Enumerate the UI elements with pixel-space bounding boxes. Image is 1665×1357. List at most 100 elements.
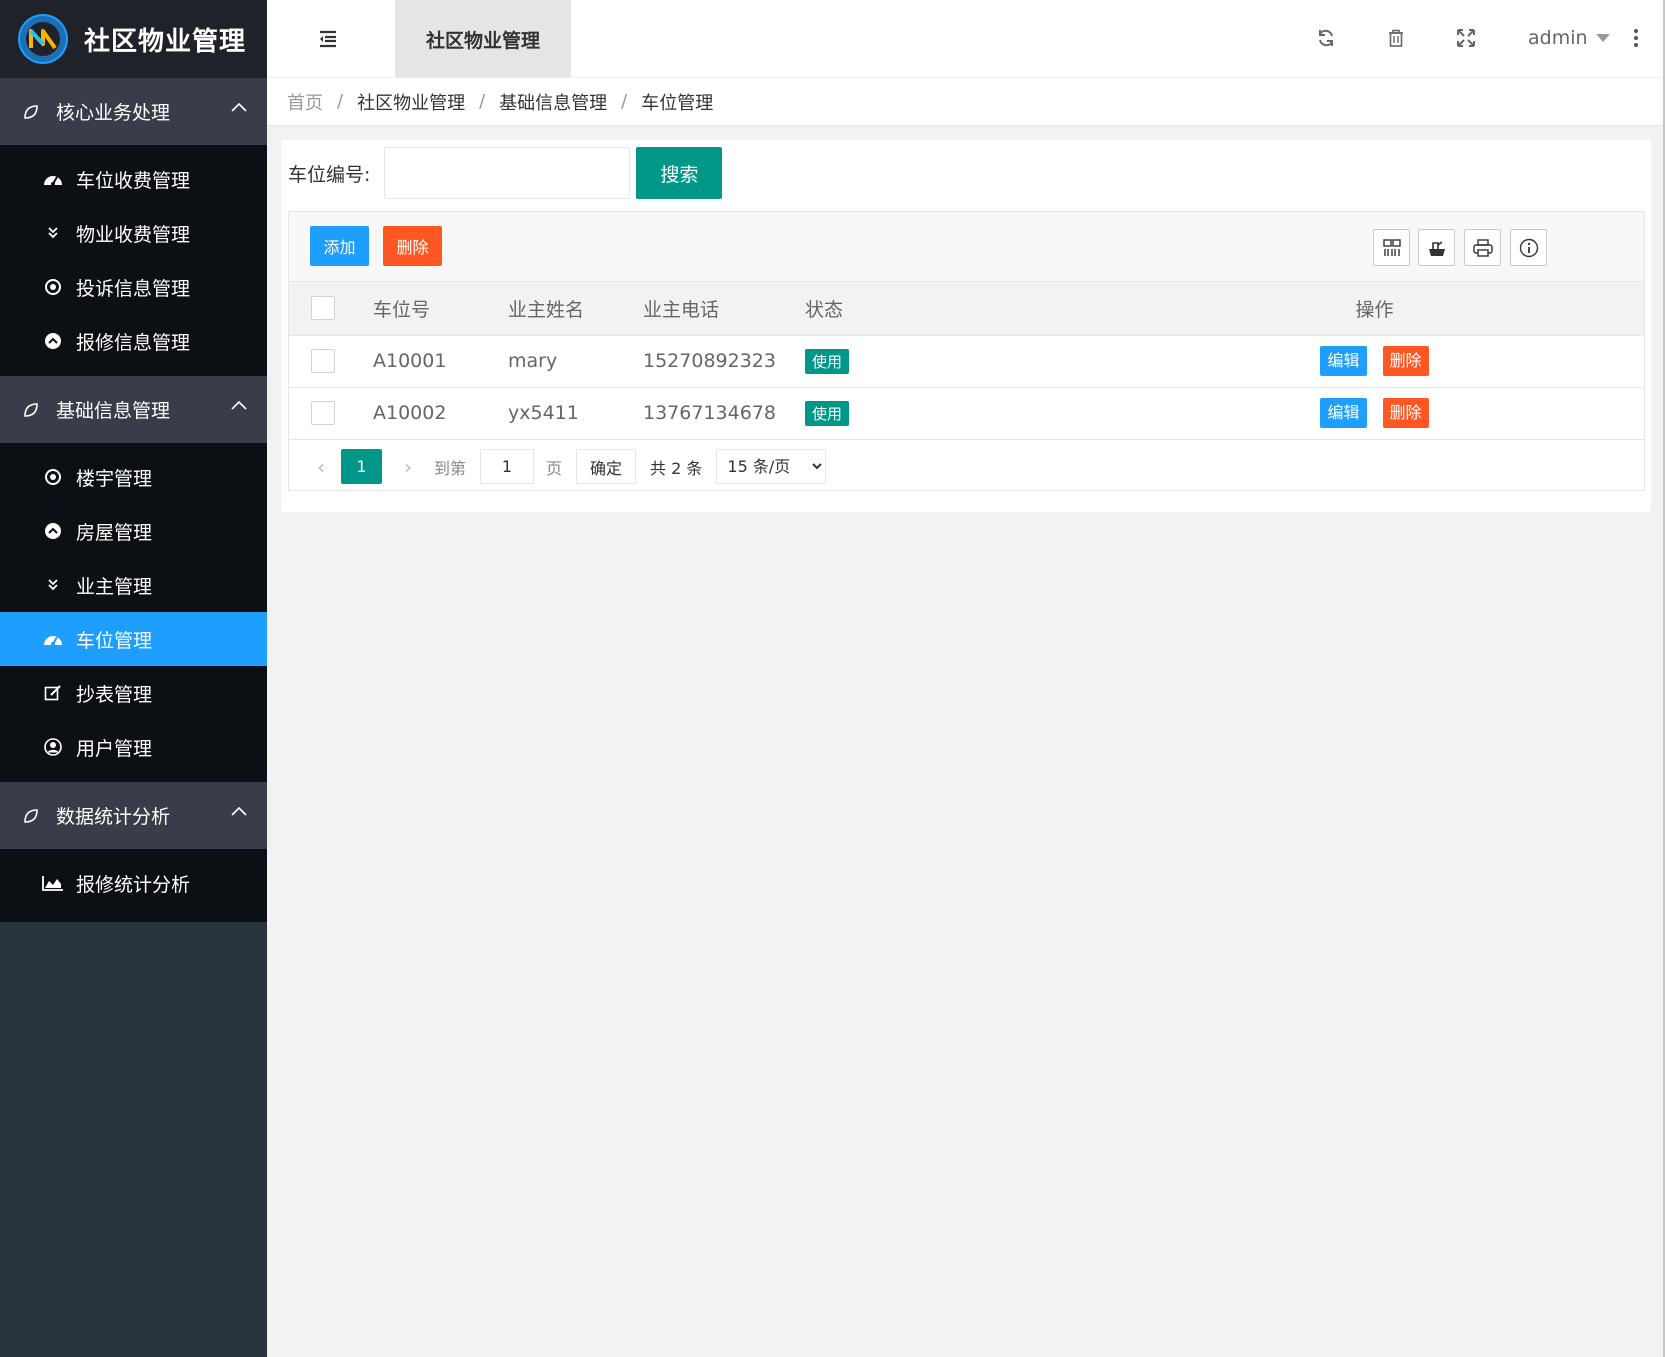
info-icon[interactable]	[1510, 229, 1547, 266]
sidebar-item-meter-reading[interactable]: 抄表管理	[0, 666, 267, 720]
menu-group-label: 数据统计分析	[56, 806, 171, 828]
column-header: 操作	[1355, 298, 1394, 321]
sidebar-item-label: 报修统计分析	[76, 873, 191, 896]
sidebar-item-complaints[interactable]: 投诉信息管理	[0, 260, 267, 314]
data-table-container: 添加 删除 车位号 业主姓名 业主电话 状态 操作 A10001 mary 15…	[288, 211, 1645, 491]
status-badge: 使用	[805, 348, 850, 374]
menu-group-statistics[interactable]: 数据统计分析	[0, 782, 267, 849]
status-badge: 使用	[805, 400, 850, 426]
select-all-checkbox[interactable]	[311, 296, 335, 321]
leaf-icon	[24, 808, 38, 823]
sidebar-item-buildings[interactable]: 楼宇管理	[0, 450, 267, 504]
sidebar-item-label: 车位收费管理	[76, 169, 191, 192]
cell-phone: 15270892323	[643, 350, 776, 372]
chevron-up-icon	[231, 102, 247, 112]
double-chevron-down-icon	[42, 574, 64, 596]
top-header: 社区物业管理 admin	[267, 0, 1665, 78]
print-icon[interactable]	[1464, 229, 1501, 266]
delete-button[interactable]: 删除	[1382, 346, 1429, 376]
menu-group-items: 车位收费管理 物业收费管理 投诉信息管理 报修信息管理	[0, 145, 267, 376]
cell-spot: A10001	[373, 350, 447, 372]
breadcrumb-item[interactable]: 首页	[287, 89, 323, 115]
sidebar-item-repairs[interactable]: 报修信息管理	[0, 314, 267, 368]
table-toolbar: 添加 删除	[289, 212, 1644, 282]
sidebar-item-label: 车位管理	[76, 629, 153, 652]
breadcrumb-separator: /	[337, 91, 344, 112]
sidebar-item-label: 报修信息管理	[76, 331, 191, 354]
breadcrumb: 首页 / 社区物业管理 / 基础信息管理 / 车位管理	[267, 78, 1665, 126]
menu-group-items: 楼宇管理 房屋管理 业主管理 车位管理 抄表管理 用户管理	[0, 443, 267, 782]
batch-delete-button[interactable]: 删除	[383, 226, 442, 266]
edit-icon	[42, 682, 64, 704]
cell-owner: mary	[508, 350, 558, 372]
page-size-select[interactable]: 15 条/页	[716, 449, 827, 484]
caret-down-icon	[1595, 34, 1610, 42]
column-header[interactable]: 状态	[805, 282, 1105, 335]
goto-page-input[interactable]	[480, 449, 535, 484]
next-page-icon[interactable]: ›	[398, 455, 418, 479]
export-icon[interactable]	[1418, 229, 1455, 266]
menu-group-basic-info[interactable]: 基础信息管理	[0, 376, 267, 443]
page-label: 页	[546, 458, 563, 478]
search-button[interactable]: 搜索	[636, 147, 723, 199]
sidebar-item-label: 房屋管理	[76, 521, 153, 544]
menu-group-label: 基础信息管理	[56, 400, 171, 422]
column-header[interactable]: 车位号	[373, 282, 508, 335]
sidebar-item-users[interactable]: 用户管理	[0, 720, 267, 774]
user-circle-icon	[42, 736, 64, 758]
menu-fold-icon[interactable]	[315, 26, 341, 52]
column-header[interactable]: 业主电话	[643, 282, 805, 335]
content-card: 车位编号: 搜索 添加 删除 车位号 业主姓名 业主电话 状态 操作 A1000…	[281, 140, 1651, 512]
logo-icon	[18, 14, 68, 64]
current-page[interactable]: 1	[341, 449, 382, 484]
fullscreen-icon[interactable]	[1453, 25, 1479, 51]
columns-icon[interactable]	[1373, 229, 1410, 266]
breadcrumb-separator: /	[621, 91, 628, 112]
sidebar-item-parking-fee[interactable]: 车位收费管理	[0, 152, 267, 206]
parking-table: 车位号 业主姓名 业主电话 状态 操作 A10001 mary 15270892…	[289, 282, 1644, 439]
table-row[interactable]: A10002 yx5411 13767134678 使用 编辑 删除	[289, 387, 1644, 439]
edit-button[interactable]: 编辑	[1320, 346, 1367, 376]
breadcrumb-item[interactable]: 社区物业管理	[357, 89, 465, 115]
refresh-icon[interactable]	[1313, 25, 1339, 51]
username: admin	[1528, 27, 1588, 49]
tab-home[interactable]: 社区物业管理	[395, 0, 571, 78]
search-label: 车位编号:	[288, 163, 371, 186]
app-root: 社区物业管理 核心业务处理 车位收费管理 物业收费管理 投诉信息管理 报修信息管…	[0, 0, 1665, 1357]
chevron-up-icon	[231, 806, 247, 816]
leaf-icon	[24, 402, 38, 417]
more-vertical-icon[interactable]	[1623, 25, 1649, 51]
row-checkbox[interactable]	[311, 349, 335, 373]
edit-button[interactable]: 编辑	[1320, 398, 1367, 429]
area-chart-icon	[42, 872, 64, 894]
sidebar-item-houses[interactable]: 房屋管理	[0, 504, 267, 558]
app-title: 社区物业管理	[84, 26, 247, 57]
column-header[interactable]: 业主姓名	[508, 282, 643, 335]
sidebar-item-property-fee[interactable]: 物业收费管理	[0, 206, 267, 260]
dashboard-icon	[42, 628, 64, 650]
parking-number-input[interactable]	[384, 147, 631, 199]
target-icon	[42, 466, 64, 488]
delete-button[interactable]: 删除	[1382, 398, 1429, 429]
logo-area[interactable]: 社区物业管理	[0, 0, 267, 78]
trash-icon[interactable]	[1383, 25, 1409, 51]
row-checkbox[interactable]	[311, 401, 335, 426]
prev-page-icon[interactable]: ‹	[311, 455, 331, 479]
sidebar-item-owners[interactable]: 业主管理	[0, 558, 267, 612]
goto-confirm-button[interactable]: 确定	[576, 449, 637, 484]
menu-group-label: 核心业务处理	[56, 102, 171, 124]
sidebar-item-label: 业主管理	[76, 575, 153, 598]
target-icon	[42, 276, 64, 298]
search-bar: 车位编号: 搜索	[288, 147, 723, 199]
breadcrumb-item[interactable]: 基础信息管理	[499, 89, 607, 115]
breadcrumb-item: 车位管理	[641, 92, 714, 114]
sidebar-item-repair-stats[interactable]: 报修统计分析	[0, 856, 267, 910]
user-menu[interactable]: admin	[1528, 22, 1610, 54]
double-chevron-down-icon	[42, 222, 64, 244]
table-row[interactable]: A10001 mary 15270892323 使用 编辑 删除	[289, 335, 1644, 387]
sidebar-item-parking-spots[interactable]: 车位管理	[0, 612, 267, 666]
circle-up-icon	[42, 520, 64, 542]
menu-group-core-business[interactable]: 核心业务处理	[0, 78, 267, 145]
sidebar-item-label: 抄表管理	[76, 683, 153, 706]
add-button[interactable]: 添加	[310, 226, 369, 266]
